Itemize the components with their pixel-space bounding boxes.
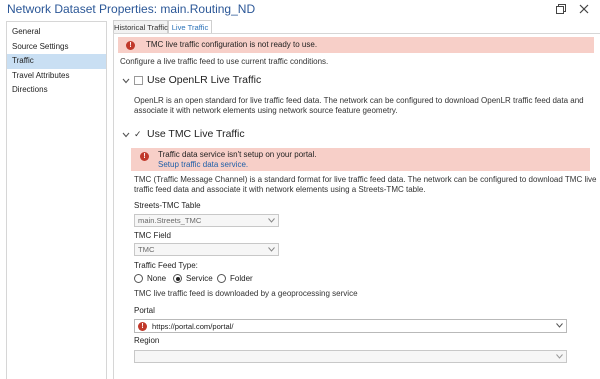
config-error-message: TMC live traffic configuration is not re… (146, 40, 318, 49)
sidebar-item-travel-attributes[interactable]: Travel Attributes (7, 69, 106, 84)
chevron-down-icon (268, 247, 275, 252)
chevron-down-icon (556, 354, 563, 359)
tab-historical-traffic[interactable]: Historical Traffic (113, 20, 168, 34)
error-icon: ! (140, 152, 149, 161)
portal-value: https://portal.com/portal/ (152, 322, 234, 331)
region-select[interactable] (134, 350, 567, 363)
sidebar-nav: General Source Settings Traffic Travel A… (6, 21, 107, 379)
close-icon[interactable] (579, 4, 589, 14)
portal-label: Portal (134, 306, 155, 315)
tmc-description-line1: TMC (Traffic Message Channel) is a stand… (134, 175, 597, 184)
region-label: Region (134, 336, 160, 345)
feed-type-none-radio[interactable] (134, 274, 143, 283)
openlr-section-title: Use OpenLR Live Traffic (147, 74, 262, 86)
live-traffic-panel: ! TMC live traffic configuration is not … (113, 33, 600, 379)
error-icon: ! (126, 40, 135, 50)
setup-traffic-service-link[interactable]: Setup traffic data service. (158, 160, 248, 169)
feed-type-folder-radio[interactable] (217, 274, 226, 283)
traffic-feed-type-label: Traffic Feed Type: (134, 261, 198, 270)
portal-select[interactable]: ! https://portal.com/portal/ (134, 319, 567, 333)
sidebar-item-general[interactable]: General (7, 25, 106, 40)
feed-type-folder-label: Folder (230, 274, 253, 283)
tab-live-traffic[interactable]: Live Traffic (168, 20, 212, 34)
chevron-down-icon (556, 323, 563, 328)
window-title: Network Dataset Properties: main.Routing… (7, 2, 256, 16)
chevron-down-icon[interactable] (122, 78, 130, 84)
feed-note: TMC live traffic feed is downloaded by a… (134, 289, 358, 298)
config-error-banner: ! TMC live traffic configuration is not … (118, 37, 594, 53)
intro-text: Configure a live traffic feed to use cur… (120, 57, 329, 66)
openlr-description-line2: associate it with network elements using… (134, 106, 398, 115)
streets-tmc-table-label: Streets-TMC Table (134, 201, 201, 210)
sidebar-item-source-settings[interactable]: Source Settings (7, 40, 106, 55)
feed-type-service-radio[interactable] (173, 274, 182, 283)
tmc-field-value: TMC (138, 245, 155, 254)
tmc-field-select[interactable]: TMC (134, 243, 279, 256)
sidebar-item-directions[interactable]: Directions (7, 83, 106, 98)
openlr-checkbox[interactable] (134, 76, 143, 85)
tmc-checkbox[interactable]: ✓ (134, 130, 142, 139)
chevron-down-icon (268, 218, 275, 223)
chevron-down-icon[interactable] (122, 132, 130, 138)
feed-type-service-label: Service (186, 274, 213, 283)
sidebar-item-traffic[interactable]: Traffic (7, 54, 106, 69)
tmc-description-line2: traffic feed data and associate it with … (134, 185, 426, 194)
restore-window-icon[interactable] (556, 4, 566, 14)
tmc-field-label: TMC Field (134, 231, 171, 240)
title-bar: Network Dataset Properties: main.Routing… (0, 0, 600, 19)
openlr-description-line1: OpenLR is an open standard for live traf… (134, 96, 584, 105)
feed-type-none-label: None (147, 274, 167, 283)
streets-tmc-table-select[interactable]: main.Streets_TMC (134, 214, 279, 227)
error-icon: ! (138, 321, 147, 331)
tmc-section-title: Use TMC Live Traffic (147, 128, 245, 140)
traffic-service-banner: ! Traffic data service isn't setup on yo… (131, 148, 590, 171)
traffic-service-message: Traffic data service isn't setup on your… (158, 150, 317, 159)
streets-tmc-table-value: main.Streets_TMC (138, 216, 202, 225)
